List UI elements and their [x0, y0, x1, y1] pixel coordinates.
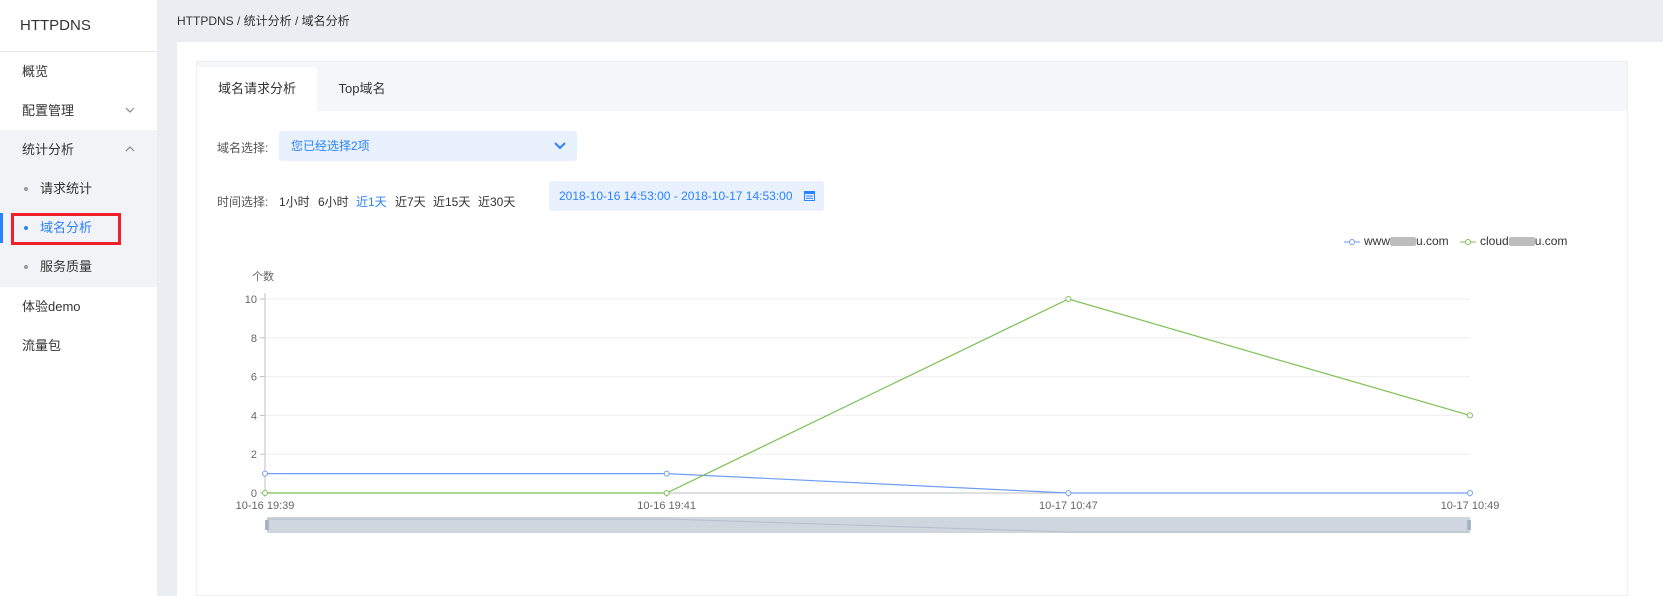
brand-title: HTTPDNS — [0, 0, 157, 52]
datazoom-handle — [265, 520, 269, 530]
sidebar-item-config[interactable]: 配置管理 — [0, 91, 157, 130]
bullet-dot-icon — [24, 187, 28, 191]
x-tick-label: 10-17 10:49 — [1441, 500, 1500, 512]
sidebar-item-label: 体验demo — [22, 299, 81, 314]
y-tick-label: 8 — [251, 333, 257, 345]
data-point — [262, 490, 268, 496]
content-card: 域名请求分析 Top域名 域名选择: 您已经选择2项 时间选择: 1小时 6小时… — [196, 61, 1628, 596]
y-tick-label: 10 — [245, 294, 257, 306]
data-point — [262, 470, 268, 477]
data-point — [1467, 412, 1473, 419]
sidebar-item-label: 概览 — [22, 64, 49, 79]
bullet-dot-icon — [24, 265, 28, 269]
chevron-down-icon — [125, 91, 135, 130]
data-point — [1065, 296, 1072, 302]
sidebar-subitem-request-stats[interactable]: 请求统计 — [0, 169, 157, 208]
active-indicator — [0, 213, 3, 243]
sidebar-subitem-domain-analysis[interactable]: 域名分析 — [0, 208, 157, 247]
line-chart: 0 2 4 6 8 10 个数 10-16 19:39 10-16 19:41 10-17 10:… — [236, 270, 1500, 533]
series-line — [265, 473, 1470, 494]
sidebar-item-label: 流量包 — [22, 338, 62, 353]
x-tick-label: 10-16 19:39 — [236, 500, 295, 512]
series-line — [265, 298, 1471, 494]
sidebar-item-label: 统计分析 — [22, 142, 75, 157]
sidebar-subitem-service-quality[interactable]: 服务质量 — [0, 247, 157, 286]
y-tick-label: 6 — [251, 372, 257, 384]
y-tick-label: 4 — [251, 410, 257, 422]
data-point — [663, 490, 670, 496]
y-tick-label: 2 — [251, 449, 257, 461]
datazoom-handle — [1467, 520, 1471, 530]
data-point — [1467, 490, 1473, 496]
sidebar-item-traffic-package[interactable]: 流量包 — [0, 326, 157, 365]
x-tick-label: 10-16 19:41 — [637, 500, 696, 512]
chevron-up-icon — [125, 130, 135, 169]
sidebar-subitem-label: 服务质量 — [40, 259, 93, 274]
sidebar-subitem-label: 请求统计 — [40, 181, 93, 196]
y-tick-label: 0 — [251, 488, 257, 500]
sidebar-item-overview[interactable]: 概览 — [0, 52, 157, 91]
stats-group: 统计分析 请求统计 域名分析 服务质量 — [0, 130, 157, 287]
data-point — [1065, 490, 1072, 496]
sidebar-item-stats[interactable]: 统计分析 — [0, 130, 157, 169]
highlight-box — [11, 213, 121, 245]
sidebar-item-label: 配置管理 — [22, 103, 75, 118]
breadcrumb: HTTPDNS / 统计分析 / 域名分析 — [177, 14, 350, 28]
data-point — [663, 470, 670, 477]
sidebar: HTTPDNS 概览 配置管理 统计分析 请求统计 域名分析 服务质量 体验de… — [0, 0, 157, 596]
sidebar-item-demo[interactable]: 体验demo — [0, 287, 157, 326]
x-tick-label: 10-17 10:47 — [1039, 500, 1098, 512]
y-axis-label: 个数 — [252, 270, 274, 283]
